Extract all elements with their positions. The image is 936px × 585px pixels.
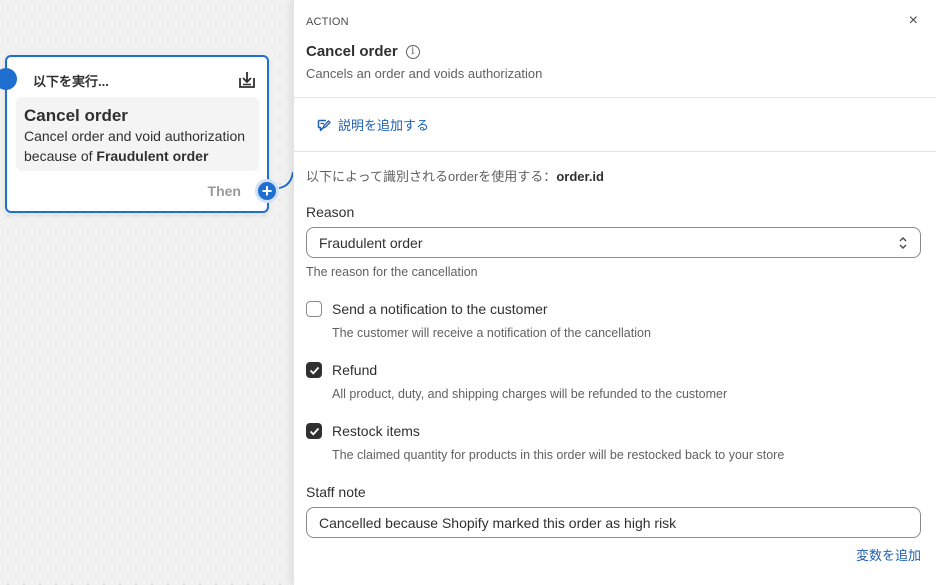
checkmark-icon <box>309 366 319 375</box>
info-icon[interactable]: i <box>405 44 420 59</box>
comment-edit-icon <box>317 119 331 131</box>
option-row: Refund <box>306 362 921 378</box>
option-notify: Send a notification to the customer The … <box>306 301 921 340</box>
action-node[interactable]: 以下を実行... Cancel order Cancel order and v… <box>0 55 279 213</box>
panel-title: Cancel order <box>306 43 398 60</box>
node-input-handle[interactable] <box>0 68 17 90</box>
node-header: 以下を実行... <box>33 69 257 91</box>
node-desc-reason: Fraudulent order <box>96 148 209 164</box>
node-header-label: 以下を実行... <box>33 73 109 89</box>
panel-body: 以下によって識別されるorderを使用する：order.id Reason Fr… <box>294 152 936 564</box>
node-description: Cancel order and void authorization beca… <box>24 126 251 166</box>
restock-label[interactable]: Restock items <box>332 423 420 439</box>
panel-header: ACTION × Cancel order i Cancels an order… <box>294 0 936 98</box>
refund-label[interactable]: Refund <box>332 362 377 378</box>
refund-checkbox[interactable] <box>306 362 322 378</box>
staff-note-label: Staff note <box>306 484 366 500</box>
panel-title-row: Cancel order i <box>306 43 924 60</box>
option-row: Restock items <box>306 423 921 439</box>
restock-help: The claimed quantity for products in thi… <box>332 448 785 462</box>
action-panel: ACTION × Cancel order i Cancels an order… <box>293 0 936 585</box>
option-restock: Restock items The claimed quantity for p… <box>306 423 921 462</box>
option-row: Send a notification to the customer <box>306 301 921 317</box>
refund-help: All product, duty, and shipping charges … <box>332 387 728 401</box>
option-refund: Refund All product, duty, and shipping c… <box>306 362 921 401</box>
panel-kicker: ACTION <box>306 16 349 28</box>
description-row: 説明を追加する <box>294 98 936 152</box>
checkmark-icon <box>309 427 319 436</box>
notify-customer-checkbox[interactable] <box>306 301 322 317</box>
using-prefix: 以下によって識別されるorderを使用する： <box>306 169 557 184</box>
add-variable-link[interactable]: 変数を追加 <box>306 545 921 564</box>
add-step-button[interactable]: + <box>255 179 279 203</box>
download-icon[interactable] <box>237 70 257 90</box>
add-description-label: 説明を追加する <box>338 118 430 133</box>
add-description-button[interactable]: 説明を追加する <box>316 115 429 134</box>
reason-label: Reason <box>306 204 355 220</box>
select-chevrons-icon <box>898 236 908 250</box>
notify-customer-help: The customer will receive a notification… <box>332 326 651 340</box>
notify-customer-label[interactable]: Send a notification to the customer <box>332 301 548 317</box>
panel-subtitle: Cancels an order and voids authorization <box>306 66 543 81</box>
node-title: Cancel order <box>24 106 128 125</box>
close-icon[interactable]: × <box>909 12 918 30</box>
restock-checkbox[interactable] <box>306 423 322 439</box>
node-then-label: Then <box>207 183 241 199</box>
reason-selected-value: Fraudulent order <box>319 234 423 251</box>
using-identifier-line: 以下によって識別されるorderを使用する：order.id <box>306 166 921 185</box>
staff-note-input[interactable]: Cancelled because Shopify marked this or… <box>306 507 921 538</box>
node-body: Cancel order Cancel order and void autho… <box>16 97 259 171</box>
reason-select[interactable]: Fraudulent order <box>306 227 921 258</box>
plus-icon: + <box>261 181 273 201</box>
using-value: order.id <box>556 169 604 184</box>
reason-help: The reason for the cancellation <box>306 265 478 279</box>
